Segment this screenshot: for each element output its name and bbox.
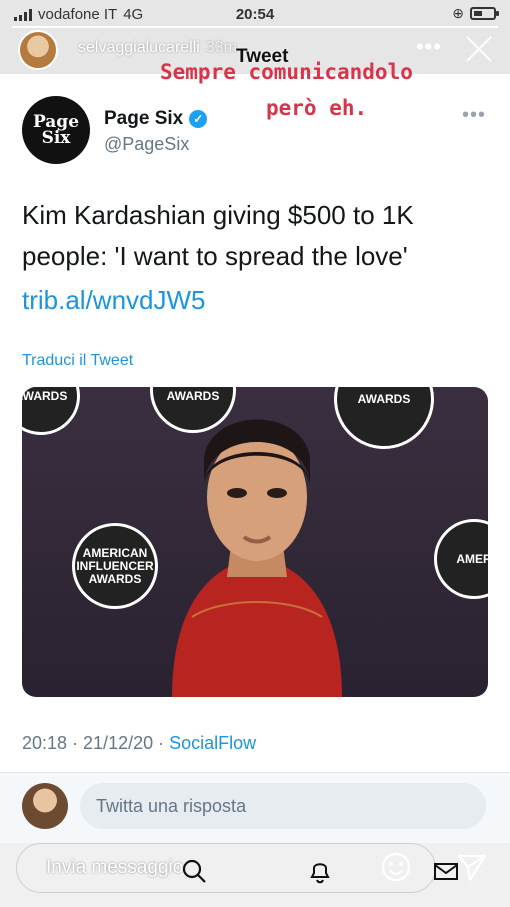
emoji-icon[interactable] (380, 851, 412, 883)
lock-rotation-icon: ⊕ (452, 5, 464, 21)
story-progress (12, 26, 498, 28)
story-caption-line-1: Sempre comunicandolo (160, 60, 413, 84)
story-caption-line-2: però eh. (266, 96, 368, 120)
search-icon[interactable] (180, 857, 208, 885)
tweet-meta: 20:18 · 21/12/20 · SocialFlow (22, 733, 257, 753)
story-username[interactable]: selvaggialucarelli 33m (78, 39, 237, 57)
more-icon[interactable]: ••• (416, 34, 442, 60)
tweet-author-name[interactable]: Page Six ✓ (104, 108, 208, 130)
close-icon[interactable] (462, 32, 496, 66)
tweet-more-icon[interactable]: ••• (462, 104, 486, 127)
award-logo: AMER (434, 519, 488, 599)
tweet-image[interactable]: AWARDS INFLUENCER AWARDS AWARDS AMERICAN… (22, 387, 488, 697)
person-photo (172, 419, 342, 697)
story-age: 33m (205, 39, 237, 56)
status-bar: vodafone IT 4G 20:54 ⊕ (0, 0, 510, 28)
tweet-link[interactable]: trib.al/wnvdJW5 (22, 285, 206, 316)
bottom-bar: Invia messaggio (0, 843, 510, 907)
award-logo: AWARDS (22, 387, 80, 435)
status-time: 20:54 (235, 6, 275, 23)
tweet-author-avatar[interactable]: Page Six (22, 96, 90, 164)
battery-icon (470, 7, 499, 20)
story-screen: vodafone IT 4G 20:54 ⊕ selvaggialucarell… (0, 0, 510, 907)
avatar (22, 783, 68, 829)
status-right: ⊕ (452, 5, 499, 22)
translate-tweet-link[interactable]: Traduci il Tweet (22, 352, 133, 370)
reply-bar: Twitta una risposta (0, 773, 510, 843)
verified-icon: ✓ (189, 110, 208, 128)
tweet-source-link[interactable]: SocialFlow (169, 733, 256, 753)
send-icon[interactable] (456, 851, 488, 883)
tweet-author-handle[interactable]: @PageSix (104, 134, 189, 155)
reply-input[interactable]: Twitta una risposta (80, 783, 486, 829)
bell-icon[interactable] (306, 857, 334, 885)
tweet-text: Kim Kardashian giving $500 to 1K people:… (22, 200, 414, 271)
send-message-placeholder: Invia messaggio (46, 857, 184, 878)
story-avatar[interactable] (18, 30, 58, 70)
